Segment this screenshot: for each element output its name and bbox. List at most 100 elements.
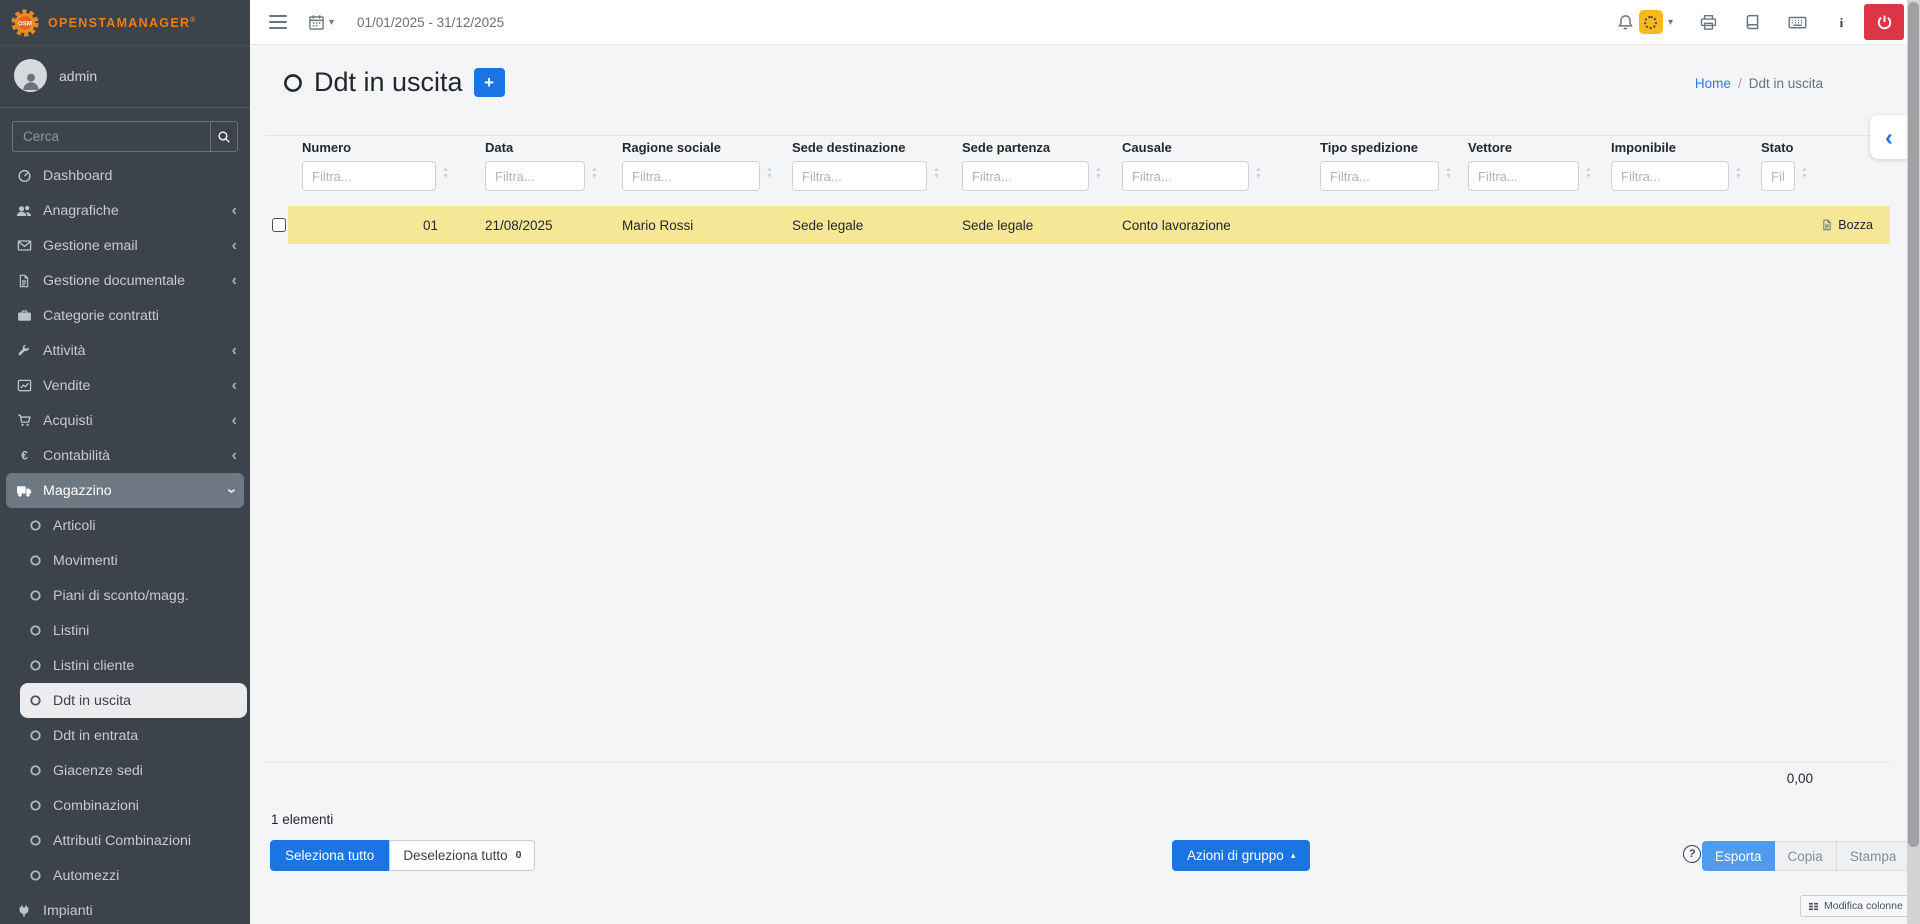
sort-control[interactable]: ▲▼ bbox=[1255, 166, 1262, 180]
sort-down-icon: ▼ bbox=[442, 173, 449, 180]
column-header-imponibile[interactable]: Imponibile bbox=[1611, 140, 1747, 156]
sidebar-subitem-combinazioni[interactable]: Combinazioni bbox=[0, 788, 250, 823]
sidebar-item-impianti[interactable]: Impianti bbox=[0, 893, 250, 924]
sidebar-search bbox=[12, 121, 238, 152]
help-icon[interactable]: ? bbox=[1682, 844, 1702, 864]
deselect-all-button[interactable]: Deseleziona tutto0 bbox=[389, 840, 535, 871]
calendar-dropdown[interactable]: ▾ bbox=[308, 14, 334, 31]
table-top-divider bbox=[265, 135, 1890, 136]
sort-control[interactable]: ▲▼ bbox=[1095, 166, 1102, 180]
filter-input-data[interactable] bbox=[485, 161, 585, 191]
print-button[interactable] bbox=[1700, 14, 1717, 31]
filter-input-causale[interactable] bbox=[1122, 161, 1249, 191]
sort-control[interactable]: ▲▼ bbox=[1735, 166, 1742, 180]
sort-control[interactable]: ▲▼ bbox=[933, 166, 940, 180]
caret-down-icon: ▾ bbox=[1668, 17, 1673, 28]
info-button[interactable] bbox=[1834, 15, 1849, 30]
filter-input-imponibile[interactable] bbox=[1611, 161, 1729, 191]
app-logo[interactable]: OSM OpenSTAManager® bbox=[0, 0, 250, 46]
sort-control[interactable]: ▲▼ bbox=[442, 166, 449, 180]
edit-columns-button[interactable]: Modifica colonne bbox=[1800, 895, 1911, 917]
topbar: ▾ 01/01/2025 - 31/12/2025 ▾ bbox=[250, 0, 1920, 45]
sidebar-item-contabilita[interactable]: Contabilità‹ bbox=[0, 438, 250, 473]
export-button[interactable]: Esporta bbox=[1702, 841, 1775, 871]
logout-button[interactable] bbox=[1864, 4, 1904, 40]
filter-input-ragione-sociale[interactable] bbox=[622, 161, 760, 191]
spinner-icon bbox=[1644, 16, 1657, 29]
column-header-sede-destinazione[interactable]: Sede destinazione bbox=[792, 140, 948, 156]
sidebar-item-gestione-email[interactable]: Gestione email‹ bbox=[0, 228, 250, 263]
sidebar-item-attivita[interactable]: Attività‹ bbox=[0, 333, 250, 368]
column-header-causale[interactable]: Causale bbox=[1122, 140, 1306, 156]
sort-down-icon: ▼ bbox=[1585, 173, 1592, 180]
sidebar-subitem-listini-cliente[interactable]: Listini cliente bbox=[0, 648, 250, 683]
sidebar-item-gestione-documentale[interactable]: Gestione documentale‹ bbox=[0, 263, 250, 298]
column-header-numero[interactable]: Numero bbox=[302, 140, 471, 156]
users-icon bbox=[16, 203, 32, 219]
chevron-left-icon: ‹ bbox=[232, 203, 237, 219]
notifications-button[interactable] bbox=[1617, 14, 1634, 31]
sort-control[interactable]: ▲▼ bbox=[591, 166, 598, 180]
sidebar-item-categorie-contratti[interactable]: Categorie contratti bbox=[0, 298, 250, 333]
sidebar-subitem-piani-di-sconto[interactable]: Piani di sconto/magg. bbox=[0, 578, 250, 613]
side-panel-toggle[interactable]: ‹ bbox=[1870, 115, 1908, 159]
sidebar-item-vendite[interactable]: Vendite‹ bbox=[0, 368, 250, 403]
circle-icon bbox=[29, 624, 42, 637]
row-checkbox[interactable] bbox=[272, 218, 286, 232]
column-header-ragione-sociale[interactable]: Ragione sociale bbox=[622, 140, 778, 156]
sort-down-icon: ▼ bbox=[1735, 173, 1742, 180]
date-range-label[interactable]: 01/01/2025 - 31/12/2025 bbox=[357, 15, 504, 30]
bell-icon bbox=[1617, 14, 1634, 31]
filter-input-numero[interactable] bbox=[302, 161, 436, 191]
user-panel[interactable]: admin bbox=[0, 46, 250, 108]
sidebar-subitem-articoli[interactable]: Articoli bbox=[0, 508, 250, 543]
sort-control[interactable]: ▲▼ bbox=[1801, 166, 1808, 180]
filter-input-tipo-spedizione[interactable] bbox=[1320, 161, 1439, 191]
breadcrumb-home-link[interactable]: Home bbox=[1695, 76, 1731, 91]
circle-icon bbox=[29, 869, 42, 882]
search-button[interactable] bbox=[210, 122, 237, 151]
filter-input-vettore[interactable] bbox=[1468, 161, 1579, 191]
column-header-vettore[interactable]: Vettore bbox=[1468, 140, 1597, 156]
chart-icon bbox=[17, 378, 32, 393]
sidebar-subitem-ddt-in-entrata[interactable]: Ddt in entrata bbox=[0, 718, 250, 753]
sort-up-icon: ▲ bbox=[1445, 166, 1452, 173]
sidebar-subitem-movimenti[interactable]: Movimenti bbox=[0, 543, 250, 578]
caret-down-icon: ▾ bbox=[329, 17, 334, 28]
sort-control[interactable]: ▲▼ bbox=[766, 166, 773, 180]
sidebar-subitem-ddt-in-uscita[interactable]: Ddt in uscita bbox=[20, 683, 247, 718]
docs-button[interactable] bbox=[1744, 14, 1761, 31]
shortcuts-button[interactable] bbox=[1788, 13, 1807, 32]
column-header-sede-partenza[interactable]: Sede partenza bbox=[962, 140, 1108, 156]
circle-icon bbox=[29, 694, 42, 707]
sidebar-item-magazzino[interactable]: Magazzino‹ bbox=[6, 473, 244, 508]
chevron-left-icon: ‹ bbox=[232, 378, 237, 394]
widget-dropdown[interactable] bbox=[1639, 10, 1663, 34]
filter-input-sede-destinazione[interactable] bbox=[792, 161, 927, 191]
table-row[interactable]: 01 21/08/2025 Mario Rossi Sede legale Se… bbox=[265, 206, 1890, 244]
column-header-tipo-spedizione[interactable]: Tipo spedizione bbox=[1320, 140, 1454, 156]
group-actions-button[interactable]: Azioni di gruppo▴ bbox=[1172, 840, 1310, 871]
sidebar-item-anagrafiche[interactable]: Anagrafiche‹ bbox=[0, 193, 250, 228]
breadcrumb-current: Ddt in uscita bbox=[1749, 76, 1823, 91]
sidebar-subitem-giacenze-sedi[interactable]: Giacenze sedi bbox=[0, 753, 250, 788]
sidebar-subitem-attributi-combinazioni[interactable]: Attributi Combinazioni bbox=[0, 823, 250, 858]
sort-control[interactable]: ▲▼ bbox=[1445, 166, 1452, 180]
sidebar-item-dashboard[interactable]: Dashboard bbox=[0, 158, 250, 193]
select-all-button[interactable]: Seleziona tutto bbox=[270, 840, 389, 871]
sidebar-subitem-listini[interactable]: Listini bbox=[0, 613, 250, 648]
search-input[interactable] bbox=[13, 122, 210, 151]
sidebar-item-acquisti[interactable]: Acquisti‹ bbox=[0, 403, 250, 438]
sort-up-icon: ▲ bbox=[591, 166, 598, 173]
column-header-data[interactable]: Data bbox=[485, 140, 608, 156]
sort-control[interactable]: ▲▼ bbox=[1585, 166, 1592, 180]
filter-input-sede-partenza[interactable] bbox=[962, 161, 1089, 191]
scrollbar-thumb[interactable] bbox=[1908, 2, 1919, 847]
filter-input-stato[interactable] bbox=[1761, 161, 1795, 191]
avatar bbox=[14, 59, 47, 92]
copy-button[interactable]: Copia bbox=[1775, 841, 1837, 871]
hamburger-menu-icon[interactable] bbox=[269, 15, 287, 29]
sidebar-subitem-automezzi[interactable]: Automezzi bbox=[0, 858, 250, 893]
add-record-button[interactable]: + bbox=[474, 68, 505, 97]
print-table-button[interactable]: Stampa bbox=[1837, 841, 1911, 871]
